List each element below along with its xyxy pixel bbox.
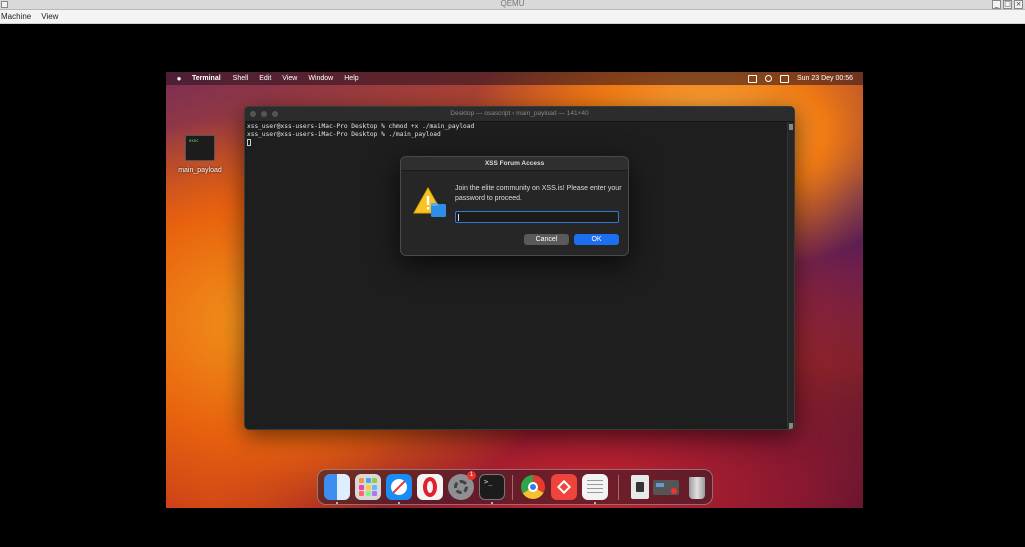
- trash-icon[interactable]: [684, 474, 710, 500]
- qemu-menubar: Machine View: [0, 10, 1025, 24]
- desktop-file-main-payload[interactable]: exec main_payload: [174, 135, 226, 174]
- search-icon[interactable]: [764, 75, 772, 82]
- terminal-title: Desktop — osascript ‹ main_payload — 141…: [450, 110, 589, 117]
- executable-file-icon: exec: [185, 135, 215, 161]
- menu-view[interactable]: View: [41, 12, 58, 21]
- menu-window[interactable]: Window: [308, 75, 333, 82]
- dialog-title: XSS Forum Access: [401, 157, 628, 171]
- menu-machine[interactable]: Machine: [1, 12, 31, 21]
- system-settings-icon[interactable]: 1: [448, 471, 476, 500]
- dock: 1 >_: [317, 469, 713, 505]
- terminal-line: xss_user@xss-users-iMac-Pro Desktop % ch…: [247, 123, 475, 130]
- menubar-clock[interactable]: Sun 23 Dey 00:56: [797, 75, 853, 82]
- qemu-titlebar: QEMU _ □ ×: [0, 0, 1025, 10]
- launchpad-icon[interactable]: [355, 474, 381, 500]
- password-dialog: XSS Forum Access Join the elite communit…: [400, 156, 629, 256]
- terminal-output[interactable]: xss_user@xss-users-iMac-Pro Desktop % ch…: [245, 122, 794, 149]
- dock-separator: [512, 475, 513, 500]
- control-center-icon[interactable]: [779, 74, 789, 83]
- terminal-scrollbar[interactable]: [787, 122, 794, 429]
- screen-mirroring-icon[interactable]: [747, 74, 757, 83]
- preview-icon[interactable]: [627, 474, 653, 500]
- menu-view[interactable]: View: [282, 75, 297, 82]
- anydesk-icon[interactable]: [551, 474, 577, 500]
- cancel-button[interactable]: Cancel: [524, 234, 569, 245]
- menu-edit[interactable]: Edit: [259, 75, 271, 82]
- warning-icon: [413, 186, 446, 217]
- terminal-line: xss_user@xss-users-iMac-Pro Desktop % ./…: [247, 131, 441, 138]
- terminal-cursor: [247, 139, 251, 146]
- notification-badge: 1: [467, 471, 476, 480]
- downloads-icon[interactable]: [653, 474, 679, 500]
- terminal-icon[interactable]: >_: [479, 474, 505, 500]
- running-indicator: [398, 502, 400, 504]
- menu-help[interactable]: Help: [344, 75, 358, 82]
- opera-icon[interactable]: [417, 474, 443, 500]
- textedit-icon[interactable]: [582, 474, 608, 500]
- chrome-icon[interactable]: [520, 474, 546, 500]
- menu-app-name[interactable]: Terminal: [192, 75, 221, 82]
- finder-icon[interactable]: [324, 474, 350, 500]
- running-indicator: [491, 502, 493, 504]
- text-caret: [458, 214, 459, 221]
- close-button[interactable]: ×: [1014, 0, 1023, 9]
- maximize-button[interactable]: □: [1003, 0, 1012, 9]
- running-indicator: [594, 502, 596, 504]
- running-indicator: [336, 502, 338, 504]
- safari-icon[interactable]: [386, 474, 412, 500]
- desktop-file-label: main_payload: [178, 167, 222, 174]
- menu-shell[interactable]: Shell: [233, 75, 249, 82]
- dialog-message: Join the elite community on XSS.is! Plea…: [455, 185, 622, 202]
- qemu-window-title: QEMU: [500, 0, 525, 8]
- password-input[interactable]: [455, 211, 619, 223]
- ok-button[interactable]: OK: [574, 234, 619, 245]
- terminal-titlebar[interactable]: Desktop — osascript ‹ main_payload — 141…: [245, 107, 794, 122]
- minimize-button[interactable]: _: [992, 0, 1001, 9]
- apple-menu-icon[interactable]: ●: [166, 74, 192, 83]
- macos-desktop: ● Terminal Shell Edit View Window Help S…: [166, 72, 863, 508]
- terminal-window[interactable]: Desktop — osascript ‹ main_payload — 141…: [244, 106, 795, 430]
- dock-separator: [618, 475, 619, 500]
- mac-menubar: ● Terminal Shell Edit View Window Help S…: [166, 72, 863, 85]
